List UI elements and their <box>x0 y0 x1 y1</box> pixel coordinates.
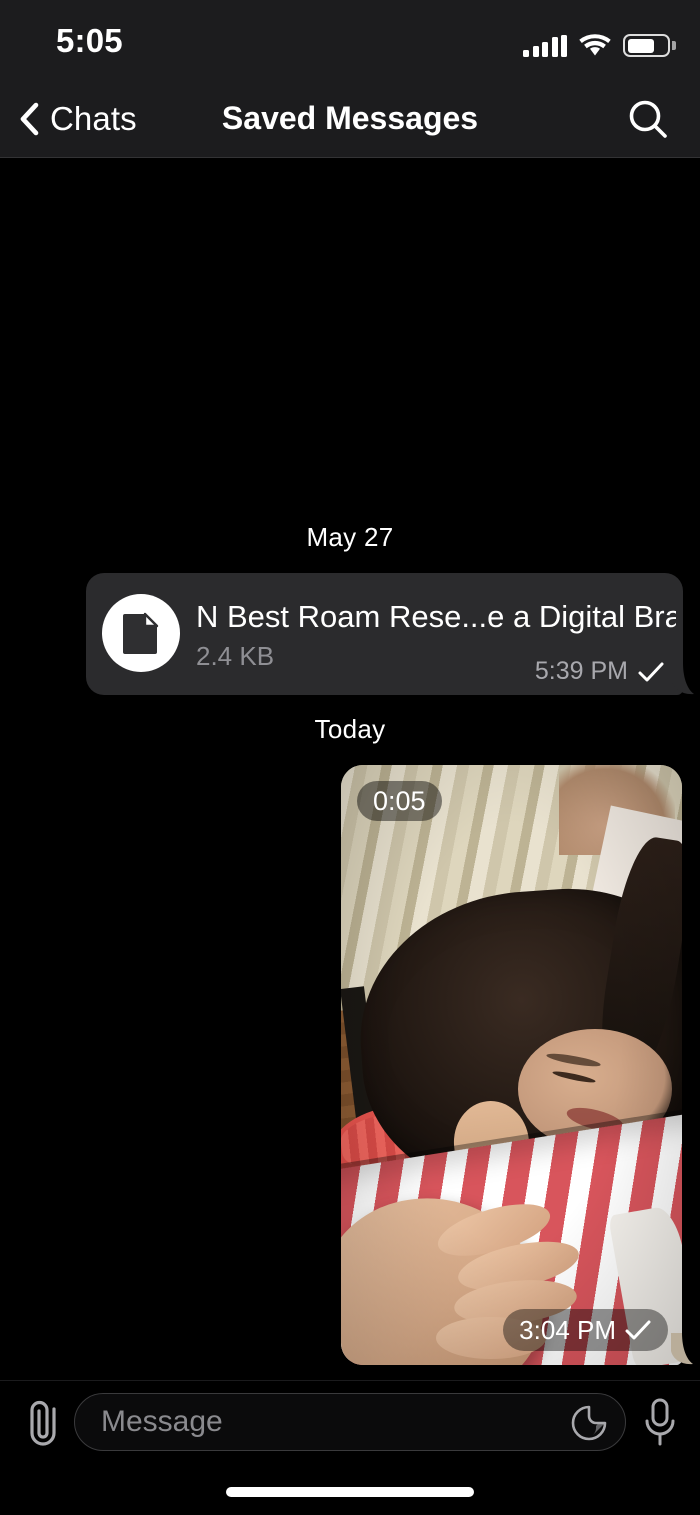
microphone-button[interactable] <box>630 1391 690 1453</box>
home-indicator <box>226 1487 474 1497</box>
cellular-signal-icon <box>523 35 567 57</box>
status-bar-indicators <box>523 27 676 57</box>
chat-screen: 5:05 Chats Saved Messages May 27 N Best … <box>0 0 700 1515</box>
file-name-label: N Best Roam Rese...e a Digital Brain.txt <box>196 599 676 634</box>
video-duration-badge: 0:05 <box>357 781 442 821</box>
file-message-meta: 5:39 PM <box>535 657 665 686</box>
video-message-time: 3:04 PM <box>519 1314 616 1345</box>
check-icon <box>625 1320 651 1340</box>
file-bubble-tail <box>672 663 694 695</box>
battery-icon <box>623 34 676 57</box>
back-button-label: Chats <box>50 99 137 137</box>
status-bar: 5:05 <box>0 0 700 80</box>
video-message-meta: 3:04 PM <box>503 1309 668 1351</box>
chevron-left-icon <box>20 102 39 135</box>
check-icon <box>638 662 664 681</box>
document-icon <box>102 594 180 672</box>
date-divider-may: May 27 <box>306 522 394 552</box>
message-list[interactable]: May 27 N Best Roam Rese...e a Digital Br… <box>0 158 700 1380</box>
message-input-bar: Message <box>0 1380 700 1515</box>
message-input-placeholder: Message <box>101 1405 223 1438</box>
date-divider-today: Today <box>314 714 386 744</box>
file-message-time: 5:39 PM <box>534 657 628 685</box>
paperclip-icon <box>30 1400 56 1446</box>
sticker-button[interactable] <box>569 1403 609 1443</box>
back-button[interactable]: Chats <box>10 80 145 157</box>
message-input[interactable]: Message <box>74 1393 626 1451</box>
microphone-icon <box>645 1398 675 1446</box>
navigation-bar: Chats Saved Messages <box>0 80 700 158</box>
wifi-icon <box>579 34 611 56</box>
file-message-bubble[interactable]: N Best Roam Rese...e a Digital Brain.txt… <box>86 573 683 695</box>
search-button[interactable] <box>618 80 678 157</box>
video-bubble-tail <box>671 1333 693 1365</box>
status-bar-time: 5:05 <box>56 22 123 59</box>
sticker-icon <box>571 1405 607 1441</box>
video-thumbnail <box>341 765 682 1365</box>
search-icon <box>629 100 667 138</box>
file-size-label: 2.4 KB <box>196 641 275 671</box>
attach-button[interactable] <box>14 1391 74 1453</box>
video-message-bubble[interactable]: 0:05 3:04 PM <box>341 765 682 1365</box>
